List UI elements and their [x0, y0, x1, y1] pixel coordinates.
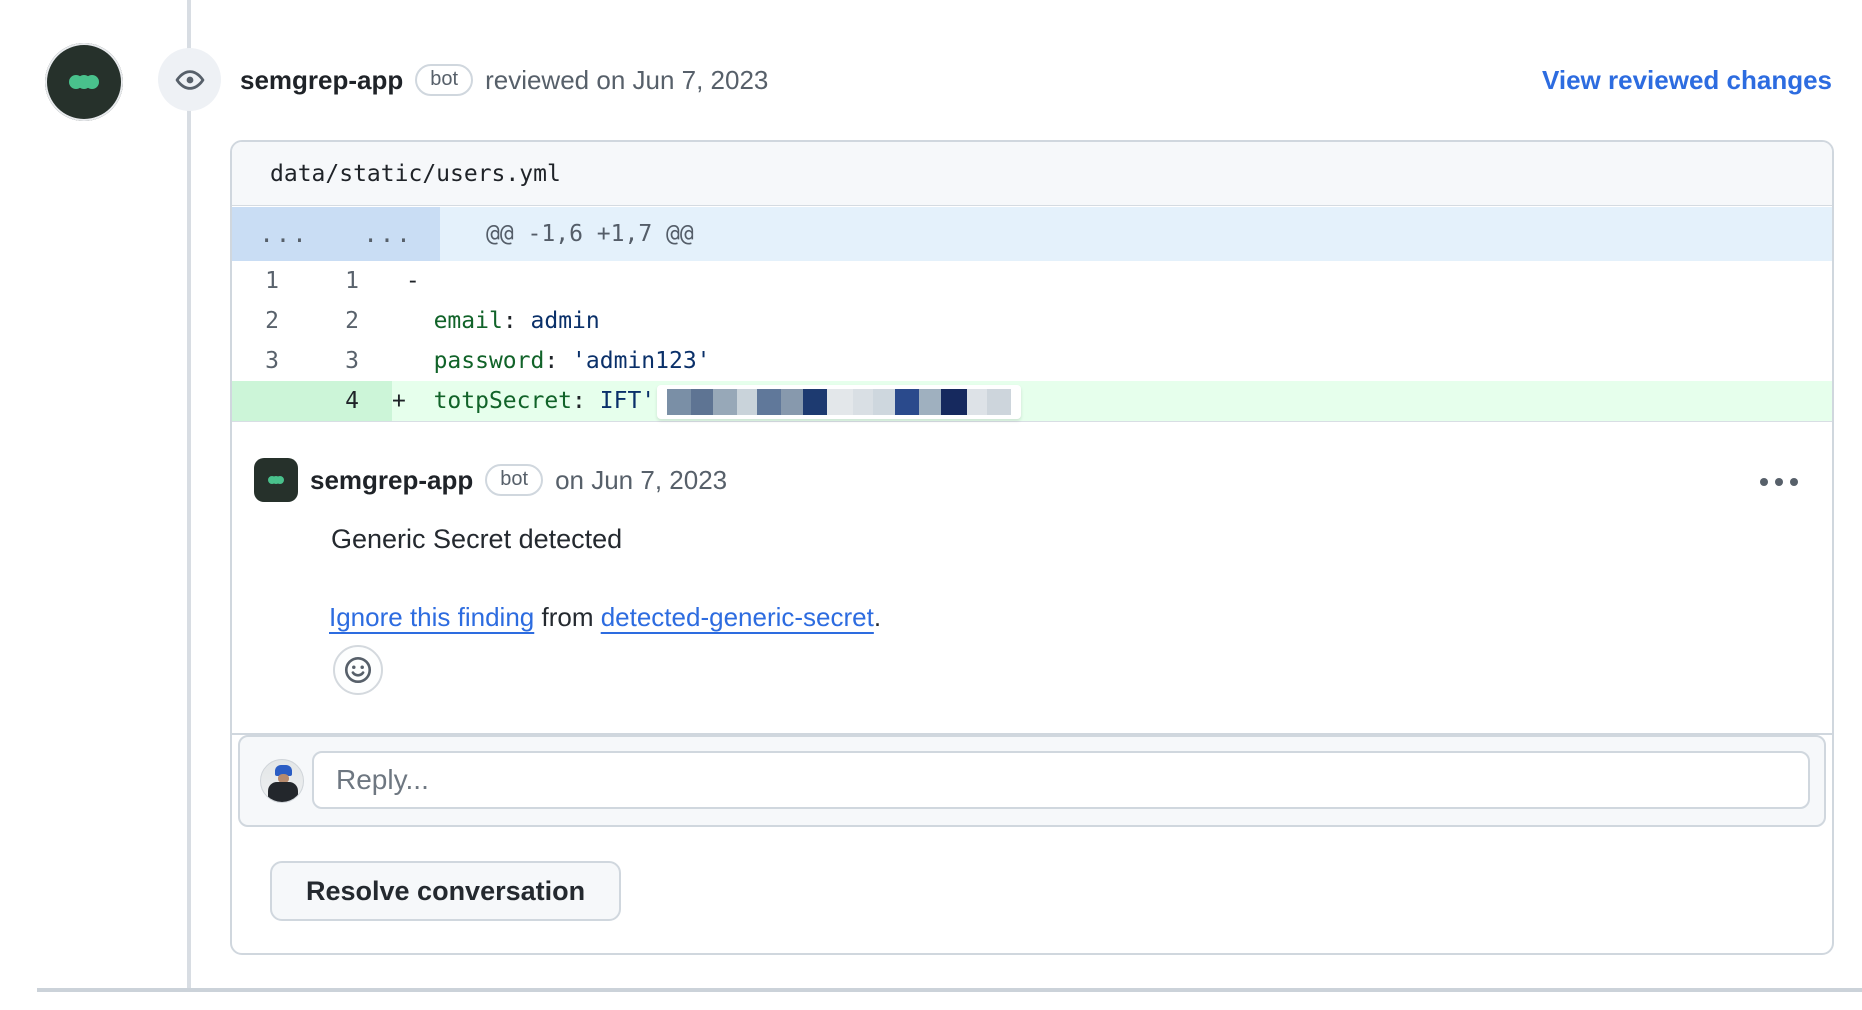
code-segment: email	[434, 308, 503, 334]
code-segment: -	[406, 268, 420, 294]
ignore-finding-link[interactable]: Ignore this finding	[329, 602, 534, 632]
reply-input[interactable]	[312, 751, 1810, 809]
code-segment: :	[503, 308, 517, 334]
old-line-number: 2	[232, 301, 312, 341]
review-badge	[158, 48, 221, 111]
redaction-block	[713, 389, 737, 415]
old-line-number: 1	[232, 261, 312, 301]
redaction-block	[781, 389, 803, 415]
review-action-text: reviewed on Jun 7, 2023	[485, 65, 768, 96]
diff-marker	[392, 268, 406, 294]
kebab-icon	[1760, 478, 1768, 486]
resolve-conversation-button[interactable]: Resolve conversation	[270, 861, 621, 921]
comment-links-line: Ignore this finding from detected-generi…	[329, 602, 881, 633]
redaction-block	[803, 389, 827, 415]
redaction-block	[667, 389, 691, 415]
code-segment: :	[572, 388, 586, 414]
comment-menu-button[interactable]	[1756, 474, 1802, 490]
diff-line-row: 22 email: admin	[232, 301, 1832, 341]
code-line: + totpSecret: IFT'	[392, 381, 1832, 421]
redaction-block	[853, 389, 873, 415]
code-segment: admin	[517, 308, 600, 334]
expand-down-button[interactable]: ...	[336, 207, 440, 261]
redaction-block	[691, 389, 713, 415]
current-user-avatar	[260, 759, 304, 803]
timeline-line	[187, 0, 191, 988]
old-line-number	[232, 381, 312, 421]
expand-up-button[interactable]: ...	[232, 207, 336, 261]
code-segment: password	[434, 348, 545, 374]
comment-author-avatar[interactable]	[254, 458, 298, 502]
redaction-block	[737, 389, 757, 415]
redaction-block	[873, 389, 895, 415]
redaction-block	[919, 389, 941, 415]
hunk-header: @@ -1,6 +1,7 @@	[440, 207, 1832, 261]
diff-line-row: 4+ totpSecret: IFT'	[232, 381, 1832, 421]
new-line-number: 3	[312, 341, 392, 381]
code-line: password: 'admin123'	[392, 341, 1832, 381]
diff-rows: 11 -22 email: admin33 password: 'admin12…	[232, 261, 1832, 421]
code-segment	[406, 388, 434, 414]
new-line-number: 2	[312, 301, 392, 341]
add-reaction-button[interactable]	[333, 645, 383, 695]
bot-badge: bot	[485, 464, 543, 496]
diff-table: ... ... @@ -1,6 +1,7 @@ 11 -22 email: ad…	[232, 207, 1832, 422]
eye-icon	[174, 64, 206, 96]
redaction-block	[941, 389, 967, 415]
bottom-divider	[37, 988, 1862, 992]
code-segment	[406, 308, 434, 334]
pull-request-review-thread: semgrep-app bot reviewed on Jun 7, 2023 …	[0, 0, 1862, 1010]
code-segment: 'admin123'	[558, 348, 710, 374]
redaction-block	[967, 389, 987, 415]
bot-badge: bot	[415, 64, 473, 96]
review-card: data/static/users.yml ... ... @@ -1,6 +1…	[230, 140, 1834, 955]
comment-header: semgrep-app bot on Jun 7, 2023	[310, 462, 727, 498]
rule-link[interactable]: detected-generic-secret	[601, 602, 874, 632]
redaction-block	[757, 389, 781, 415]
new-line-number: 4	[312, 381, 392, 421]
diff-file-header: data/static/users.yml	[232, 142, 1832, 206]
redacted-secret	[657, 385, 1021, 419]
redaction-block	[827, 389, 853, 415]
diff-hunk-row: ... ... @@ -1,6 +1,7 @@	[232, 207, 1832, 261]
redaction-block	[987, 389, 1011, 415]
code-segment: totpSecret	[434, 388, 572, 414]
file-path[interactable]: data/static/users.yml	[270, 161, 561, 187]
diff-marker	[392, 348, 406, 374]
reviewer-name[interactable]: semgrep-app	[240, 65, 403, 96]
code-segment: :	[544, 348, 558, 374]
diff-marker: +	[392, 388, 406, 414]
diff-line-row: 33 password: 'admin123'	[232, 341, 1832, 381]
comment-author-name[interactable]: semgrep-app	[310, 465, 473, 496]
old-line-number: 3	[232, 341, 312, 381]
review-header: semgrep-app bot reviewed on Jun 7, 2023	[240, 62, 768, 98]
reply-footer	[238, 735, 1826, 827]
smiley-icon	[344, 656, 372, 684]
diff-marker	[392, 308, 406, 334]
comment-body: Generic Secret detected	[331, 524, 622, 555]
code-segment	[406, 348, 434, 374]
hunk-gutter: ... ...	[232, 207, 440, 261]
view-reviewed-changes-link[interactable]: View reviewed changes	[1542, 62, 1832, 98]
code-line: -	[392, 261, 1832, 301]
code-segment: IFT'	[586, 388, 655, 414]
new-line-number: 1	[312, 261, 392, 301]
code-line: email: admin	[392, 301, 1832, 341]
sentence-period: .	[874, 602, 881, 632]
link-middle-text: from	[534, 602, 600, 632]
reviewer-avatar[interactable]	[45, 43, 123, 121]
redaction-block	[895, 389, 919, 415]
comment-date[interactable]: on Jun 7, 2023	[555, 465, 727, 496]
diff-line-row: 11 -	[232, 261, 1832, 301]
